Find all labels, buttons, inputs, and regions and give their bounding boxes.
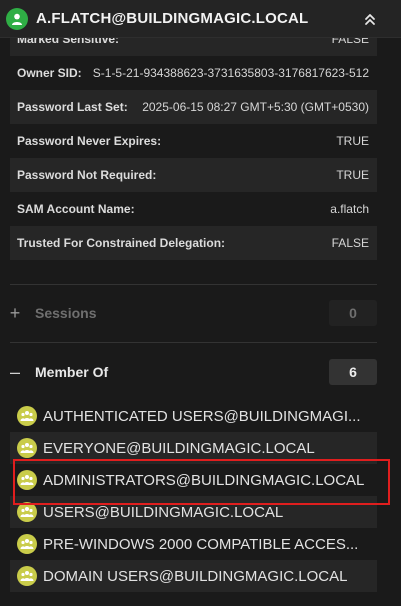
property-row-trusted-for-constrained-delegation: Trusted For Constrained Delegation: FALS… — [10, 226, 377, 260]
node-title: A.FLATCH@BUILDINGMAGIC.LOCAL — [36, 10, 309, 27]
group-icon — [17, 406, 37, 426]
property-value: FALSE — [331, 236, 369, 250]
sessions-label: Sessions — [35, 305, 97, 321]
property-key: Trusted For Constrained Delegation: — [17, 236, 226, 250]
expand-icon[interactable]: + — [8, 303, 22, 324]
member-of-count-badge: 6 — [329, 359, 377, 385]
property-value: 2025-06-15 08:27 GMT+5:30 (GMT+0530) — [142, 100, 369, 114]
divider — [10, 284, 377, 285]
group-icon — [17, 470, 37, 490]
group-item[interactable]: PRE-WINDOWS 2000 COMPATIBLE ACCES... — [10, 528, 377, 560]
group-item[interactable]: DOMAIN USERS@BUILDINGMAGIC.LOCAL — [10, 560, 377, 592]
node-header: A.FLATCH@BUILDINGMAGIC.LOCAL — [0, 0, 401, 38]
group-item[interactable]: EVERYONE@BUILDINGMAGIC.LOCAL — [10, 432, 377, 464]
group-label: PRE-WINDOWS 2000 COMPATIBLE ACCES... — [43, 535, 359, 553]
member-of-list: AUTHENTICATED USERS@BUILDINGMAGI... EVER… — [10, 400, 377, 592]
property-value: TRUE — [336, 168, 369, 182]
property-value: TRUE — [336, 134, 369, 148]
sessions-count-badge: 0 — [329, 300, 377, 326]
sessions-section-header[interactable]: + Sessions 0 — [0, 298, 401, 328]
group-label: EVERYONE@BUILDINGMAGIC.LOCAL — [43, 439, 315, 457]
property-row-password-last-set: Password Last Set: 2025-06-15 08:27 GMT+… — [10, 90, 377, 124]
group-icon — [17, 438, 37, 458]
group-item[interactable]: AUTHENTICATED USERS@BUILDINGMAGI... — [10, 400, 377, 432]
group-item[interactable]: USERS@BUILDINGMAGIC.LOCAL — [10, 496, 377, 528]
chevrons-up-icon[interactable] — [359, 8, 381, 30]
property-key: SAM Account Name: — [17, 202, 135, 216]
property-row-password-not-required: Password Not Required: TRUE — [10, 158, 377, 192]
group-label: DOMAIN USERS@BUILDINGMAGIC.LOCAL — [43, 567, 348, 585]
property-value: S-1-5-21-934388623-3731635803-3176817623… — [92, 66, 369, 80]
property-value: FALSE — [331, 38, 369, 46]
group-icon — [17, 534, 37, 554]
property-row-marked-sensitive: Marked Sensitive: FALSE — [10, 38, 377, 56]
group-label: USERS@BUILDINGMAGIC.LOCAL — [43, 503, 284, 521]
member-of-section-header[interactable]: – Member Of 6 — [0, 357, 401, 387]
group-icon — [17, 502, 37, 522]
properties-table: Marked Sensitive: FALSE Owner SID: S-1-5… — [10, 38, 377, 260]
property-row-owner-sid: Owner SID: S-1-5-21-934388623-3731635803… — [10, 56, 377, 90]
group-label: ADMINISTRATORS@BUILDINGMAGIC.LOCAL — [43, 471, 365, 489]
collapse-icon[interactable]: – — [8, 362, 22, 383]
property-key: Password Not Required: — [17, 168, 157, 182]
property-key: Marked Sensitive: — [17, 38, 120, 46]
property-key: Owner SID: — [17, 66, 82, 80]
property-row-sam-account-name: SAM Account Name: a.flatch — [10, 192, 377, 226]
member-of-label: Member Of — [35, 364, 109, 380]
user-icon — [6, 8, 28, 30]
property-key: Password Last Set: — [17, 100, 128, 114]
property-key: Password Never Expires: — [17, 134, 162, 148]
group-label: AUTHENTICATED USERS@BUILDINGMAGI... — [43, 407, 361, 425]
group-item[interactable]: ADMINISTRATORS@BUILDINGMAGIC.LOCAL — [10, 464, 377, 496]
property-row-password-never-expires: Password Never Expires: TRUE — [10, 124, 377, 158]
group-icon — [17, 566, 37, 586]
property-value: a.flatch — [330, 202, 369, 216]
divider — [10, 342, 377, 343]
